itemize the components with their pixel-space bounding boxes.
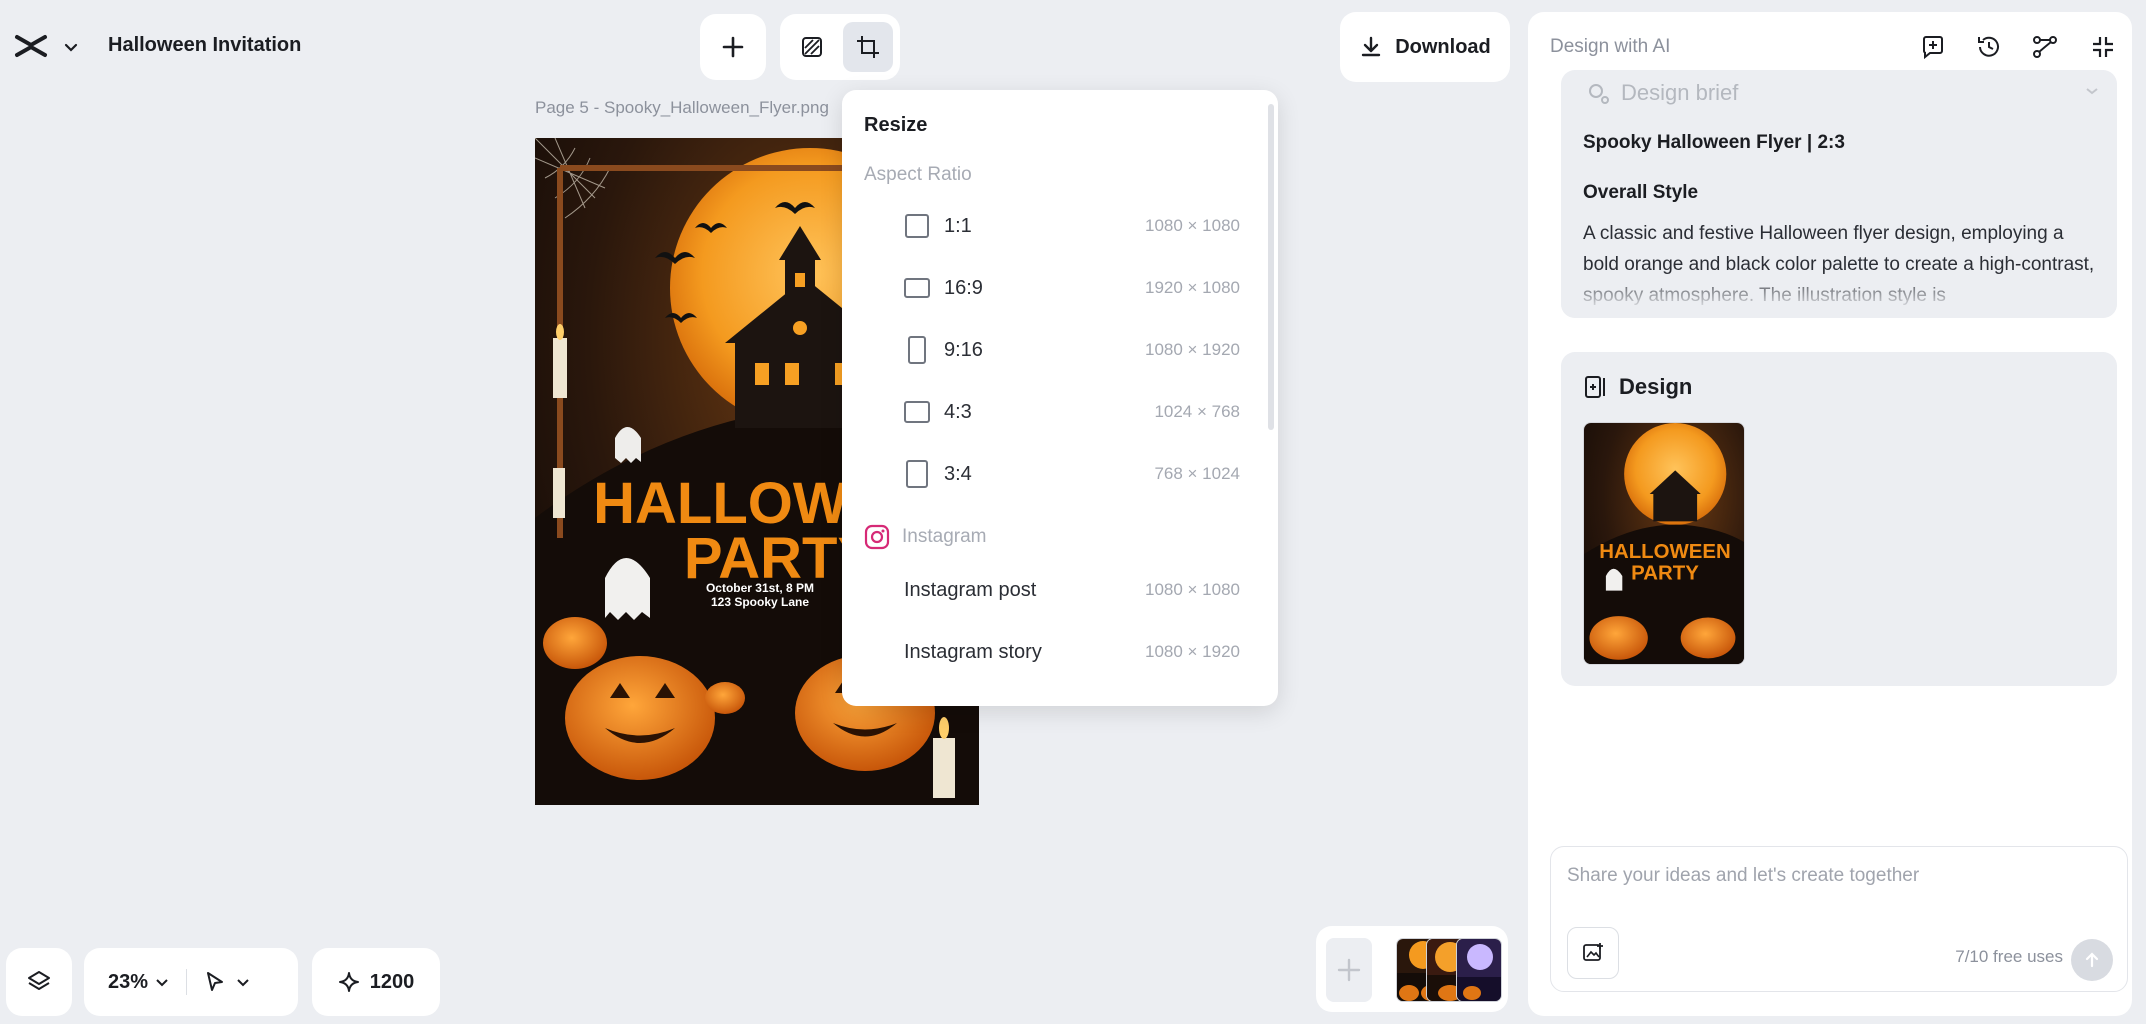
remove-background-button[interactable] [787, 22, 837, 72]
image-add-icon [1583, 943, 1603, 961]
portrait-ratio-icon [906, 460, 928, 488]
capcut-logo-icon [14, 32, 48, 60]
ratio-label: 1:1 [944, 214, 972, 237]
layers-button[interactable] [6, 948, 72, 1016]
minimize-icon [2093, 37, 2113, 57]
instagram-icon [864, 524, 890, 550]
design-header: Design [1583, 374, 1692, 400]
plus-icon [722, 36, 744, 58]
share-flow-button[interactable] [2028, 30, 2062, 64]
design-brief-title: Design brief [1621, 80, 1739, 105]
chevron-down-icon[interactable] [62, 38, 80, 56]
chevron-down-icon [237, 979, 249, 987]
page-label: Page 5 - Spooky_Halloween_Flyer.png [535, 98, 829, 117]
free-uses-count: 7/10 free uses [1955, 947, 2063, 966]
ratio-dimensions: 1080 × 1080 [1144, 580, 1240, 599]
history-button[interactable] [1972, 30, 2006, 64]
layers-icon [28, 971, 50, 990]
pointer-tool-dropdown[interactable] [203, 970, 251, 994]
ratio-dimensions: 1920 × 1080 [1144, 278, 1240, 297]
chat-input[interactable] [1567, 865, 2107, 887]
poster-date: October 31st, 8 PM [706, 581, 814, 595]
zoom-level: 23% [108, 970, 149, 993]
zoom-controls: 23% [84, 948, 298, 1016]
design-thumbnail[interactable]: HALLOWEEN PARTY [1583, 422, 1745, 665]
design-icon [1585, 376, 1605, 398]
landscape-ratio-icon [904, 278, 930, 298]
history-icon [1978, 36, 1999, 57]
new-chat-icon [1923, 36, 1943, 60]
resize-menu-title: Resize [864, 114, 928, 136]
ratio-label: Instagram post [904, 578, 1037, 601]
cursor-icon [207, 972, 224, 991]
pages-strip [1316, 926, 1508, 1012]
send-button[interactable] [2071, 939, 2113, 981]
download-icon [1362, 36, 1381, 57]
svg-text:HALLOWEEN: HALLOWEEN [1599, 541, 1731, 563]
brief-subtitle: Spooky Halloween Flyer | 2:3 [1583, 132, 1845, 153]
resize-icon [857, 36, 880, 58]
chevron-up-icon[interactable] [2083, 82, 2101, 100]
ratio-option-16-9[interactable]: 16:9 1920 × 1080 [904, 268, 1240, 308]
download-button[interactable]: Download [1340, 12, 1510, 82]
collapse-button[interactable] [2086, 30, 2120, 64]
sparkle-icon [338, 972, 359, 992]
download-label: Download [1395, 35, 1491, 58]
plus-icon [1337, 958, 1361, 982]
square-ratio-icon [905, 214, 929, 238]
ratio-label: 9:16 [944, 338, 983, 361]
ratio-dimensions: 1080 × 1080 [1144, 216, 1240, 235]
arrow-up-icon [2085, 952, 2099, 968]
design-title: Design [1619, 374, 1693, 399]
ratio-dimensions: 1080 × 1920 [1144, 642, 1240, 661]
ratio-label: 16:9 [944, 276, 983, 299]
ratio-dimensions: 1024 × 768 [1154, 402, 1240, 421]
add-page-button[interactable] [1326, 938, 1372, 1002]
design-result-card: Design HALLOWEEN PARTY [1561, 352, 2117, 686]
poster-address: 123 Spooky Lane [711, 595, 809, 609]
overall-style-heading: Overall Style [1583, 182, 1699, 203]
add-toolbar [700, 14, 766, 80]
ratio-option-9-16[interactable]: 9:16 1080 × 1920 [904, 330, 1240, 370]
ratio-label: 4:3 [944, 400, 972, 423]
landscape-ratio-icon [904, 401, 930, 423]
resize-button[interactable] [843, 22, 894, 72]
chevron-down-icon [156, 979, 168, 987]
instagram-section-label: Instagram [902, 526, 987, 547]
instagram-story-option[interactable]: Instagram story 1080 × 1920 [904, 632, 1240, 672]
ratio-label: 3:4 [944, 462, 972, 485]
ai-panel-title: Design with AI [1550, 36, 1671, 57]
document-title[interactable]: Halloween Invitation [108, 34, 301, 57]
ratio-label: Instagram story [904, 640, 1042, 663]
ratio-option-3-4[interactable]: 3:4 768 × 1024 [904, 454, 1240, 494]
credits-count: 1200 [369, 970, 415, 993]
ratio-option-1-1[interactable]: 1:1 1080 × 1080 [904, 206, 1240, 246]
ratio-dimensions: 768 × 1024 [1154, 464, 1240, 483]
page-thumbnail[interactable] [1456, 938, 1502, 1002]
design-brief-card[interactable]: Design brief Spooky Halloween Flyer | 2:… [1561, 70, 2117, 318]
ratio-dimensions: 1080 × 1920 [1144, 340, 1240, 359]
upload-image-button[interactable] [1567, 927, 1619, 979]
add-button[interactable] [708, 22, 758, 72]
divider [186, 969, 188, 995]
resize-menu: Resize Aspect Ratio 1:1 1080 × 1080 16:9… [842, 90, 1278, 706]
branch-icon [2033, 36, 2057, 58]
design-brief-header: Design brief [1585, 80, 1738, 106]
instagram-post-option[interactable]: Instagram post 1080 × 1080 [904, 570, 1240, 610]
text-fade [1561, 272, 2117, 318]
scrollbar[interactable] [1268, 104, 1274, 430]
portrait-ratio-icon [908, 336, 926, 364]
edit-toolbar [780, 14, 900, 80]
zoom-dropdown[interactable]: 23% [108, 971, 170, 994]
background-remove-icon [801, 37, 822, 57]
svg-text:PARTY: PARTY [1631, 563, 1699, 585]
credits-button[interactable]: 1200 [312, 948, 440, 1016]
ratio-option-4-3[interactable]: 4:3 1024 × 768 [904, 392, 1240, 432]
instagram-heading: Instagram [864, 524, 986, 550]
aspect-ratio-heading: Aspect Ratio [864, 164, 972, 185]
new-chat-button[interactable] [1916, 30, 1950, 64]
brief-icon [1589, 84, 1609, 104]
chat-input-box: 7/10 free uses [1550, 846, 2128, 992]
